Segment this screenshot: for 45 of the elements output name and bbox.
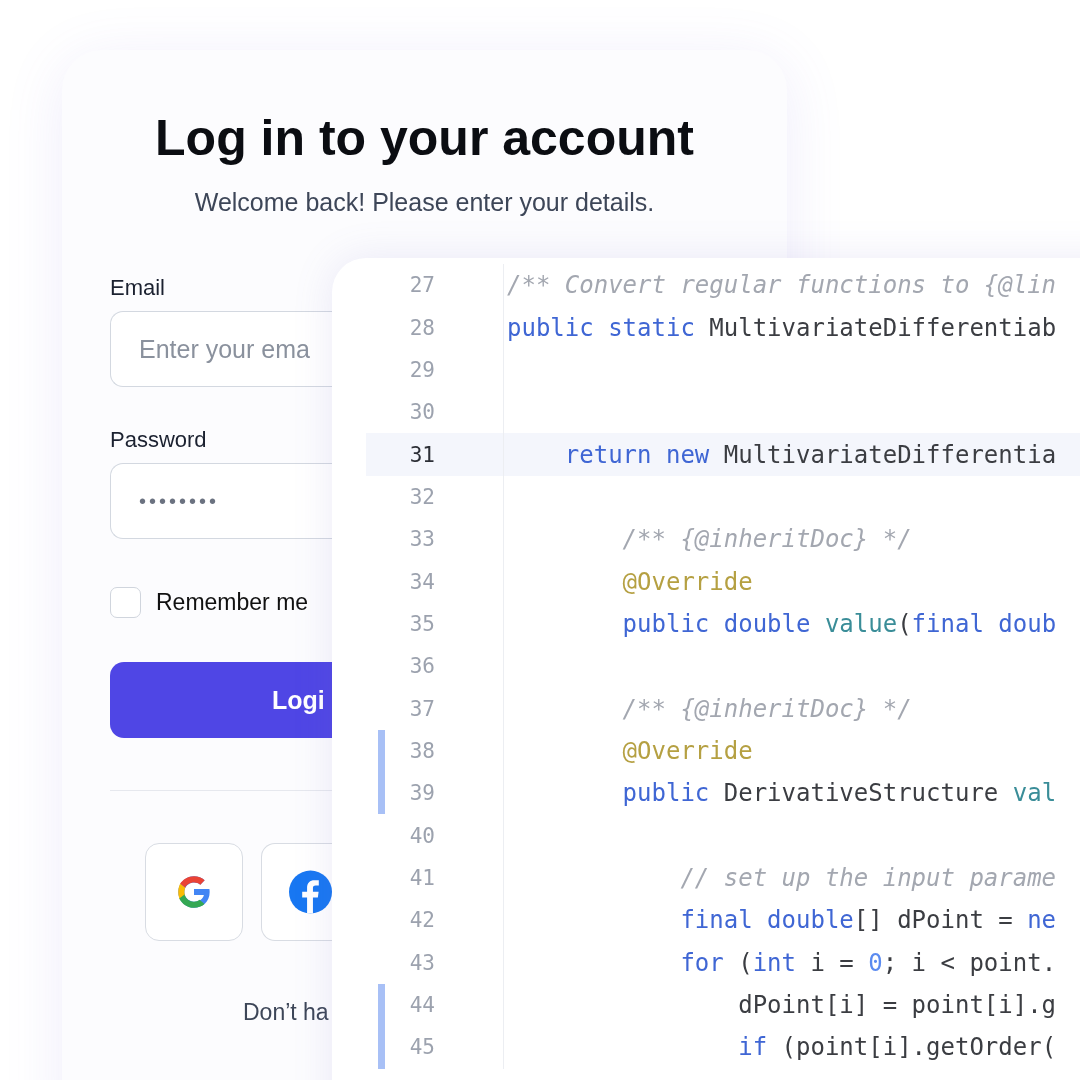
code-line: return new MultivariateDifferentia [563, 440, 1057, 469]
code-line: @Override [621, 736, 753, 765]
line-number: 44 [408, 993, 435, 1017]
line-number: 30 [408, 400, 435, 425]
line-number: 29 [408, 357, 435, 382]
line-number: 35 [408, 611, 435, 636]
code-line: for (int i = 0; i < point. [679, 948, 1057, 977]
line-number: 28 [408, 315, 435, 340]
code-line: dPoint[i] = point[i].g [737, 991, 1057, 1019]
line-number: 39 [408, 781, 435, 806]
line-number: 37 [408, 696, 435, 721]
line-number: 45 [408, 1035, 435, 1060]
password-field[interactable]: •••••••• [110, 463, 332, 539]
code-line: /** {@inheritDoc} */ [621, 694, 912, 723]
social-login-button[interactable] [261, 843, 332, 941]
line-number: 32 [408, 484, 435, 509]
line-number: 33 [408, 527, 435, 552]
line-number: 38 [408, 738, 435, 763]
code-line: // set up the input parame [679, 864, 1057, 892]
code-line: public static MultivariateDifferentiab [506, 313, 1057, 342]
signup-prompt: Don’t ha [243, 999, 329, 1026]
subtitle: Welcome back! Please enter your details. [194, 188, 655, 217]
line-number: 36 [408, 654, 435, 679]
line-number: 42 [408, 908, 435, 933]
line-number: 31 [408, 442, 435, 467]
field-label: Password [110, 427, 207, 453]
line-number: 27 [408, 273, 435, 298]
code-line: final double[] dPoint = ne [679, 906, 1057, 935]
login-button[interactable]: Logi [110, 662, 332, 738]
field-label: Email [110, 275, 165, 301]
social-login-button[interactable] [145, 843, 243, 941]
line-number: 43 [408, 950, 435, 975]
code-line: /** {@inheritDoc} */ [621, 525, 912, 554]
code-line: @Override [621, 567, 753, 596]
remember-checkbox[interactable] [110, 587, 141, 618]
page-title: Log in to your account [155, 109, 694, 168]
email-field[interactable]: Enter your ema [110, 311, 332, 387]
code-line: /** Convert regular functions to {@lin [506, 271, 1057, 300]
remember-label: Remember me [156, 589, 309, 616]
code-line: if (point[i].getOrder( [737, 1033, 1057, 1062]
line-number: 41 [408, 866, 435, 890]
line-number: 40 [408, 823, 435, 848]
line-number: 34 [408, 569, 435, 594]
code-line: public double value(final doub [621, 609, 1057, 638]
code-line: public DerivativeStructure val [621, 779, 1057, 808]
